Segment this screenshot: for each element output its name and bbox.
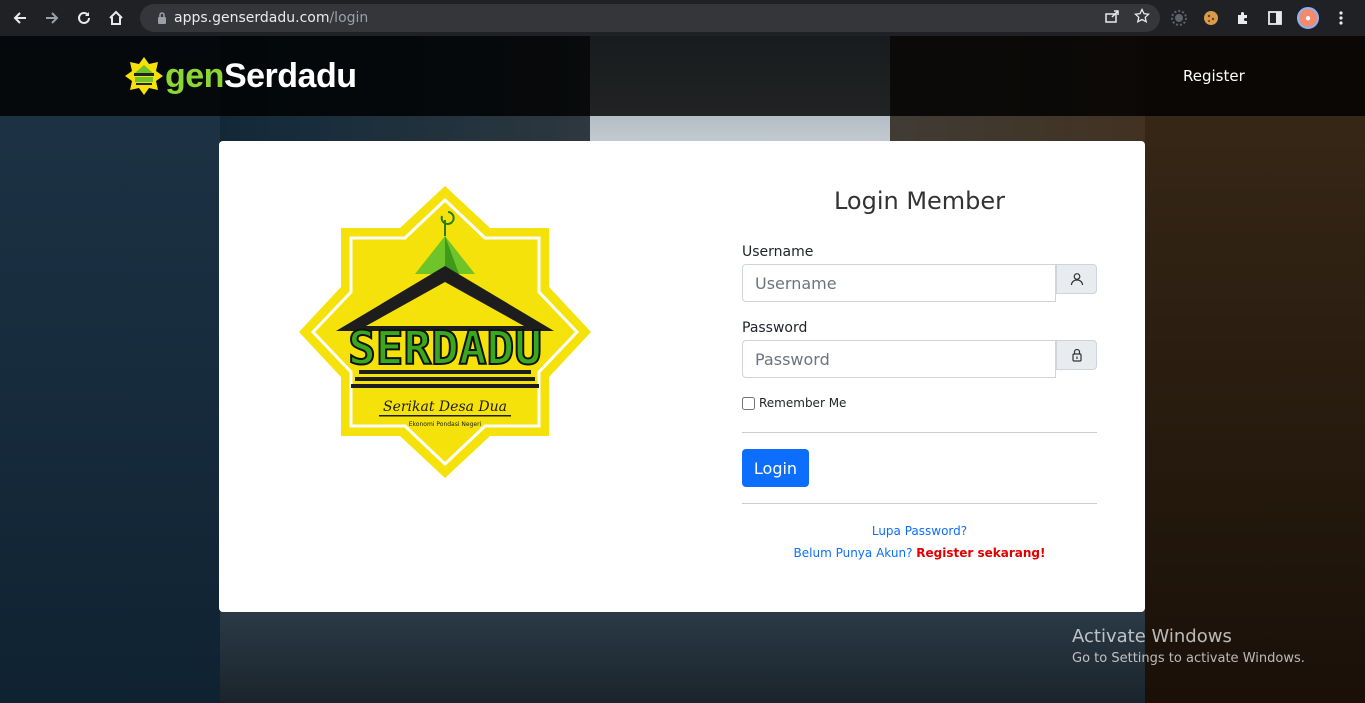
page-background: genSerdadu Register SERDADU Serikat Desa… — [0, 36, 1365, 703]
share-icon[interactable] — [1104, 8, 1120, 29]
divider-top — [742, 432, 1097, 433]
url-text: apps.genserdadu.com/login — [174, 10, 369, 26]
remember-me-checkbox[interactable] — [742, 396, 755, 410]
background-building-left — [0, 36, 220, 703]
username-input[interactable] — [742, 264, 1056, 302]
no-account-text: Belum Punya Akun? — [793, 546, 913, 560]
register-now-link[interactable]: Register sekarang! — [916, 546, 1045, 560]
emblem-wordmark: SERDADU — [348, 321, 542, 375]
puzzle-extensions-icon[interactable] — [1233, 8, 1253, 28]
remember-me-label: Remember Me — [759, 396, 847, 410]
remember-me[interactable]: Remember Me — [742, 396, 846, 410]
username-label: Username — [742, 244, 814, 260]
side-panel-icon[interactable] — [1265, 8, 1285, 28]
password-input[interactable] — [742, 340, 1056, 378]
profile-avatar[interactable]: ● — [1297, 7, 1319, 29]
register-nav-link[interactable]: Register — [1183, 67, 1245, 85]
browser-toolbar: apps.genserdadu.com/login ● — [0, 0, 1365, 36]
brand-logo-icon — [125, 57, 163, 95]
windows-activation-watermark: Activate Windows Go to Settings to activ… — [1072, 626, 1305, 666]
emblem-subline: Ekonomi Pondasi Negeri — [409, 421, 482, 428]
register-prompt-row: Belum Punya Akun? Register sekarang! — [742, 546, 1097, 560]
divider-bottom — [742, 503, 1097, 504]
brand-name: genSerdadu — [165, 56, 357, 95]
kebab-menu-icon[interactable] — [1331, 8, 1351, 28]
login-card: SERDADU Serikat Desa Dua Ekonomi Pondasi… — [219, 141, 1145, 612]
back-icon[interactable] — [4, 2, 36, 34]
brand-link[interactable]: genSerdadu — [124, 56, 357, 96]
emblem-tagline: Serikat Desa Dua — [383, 399, 507, 415]
forgot-password-link[interactable]: Lupa Password? — [872, 524, 967, 538]
serdadu-emblem-logo: SERDADU Serikat Desa Dua Ekonomi Pondasi… — [299, 186, 591, 478]
extension-gear-icon[interactable] — [1169, 8, 1189, 28]
home-icon[interactable] — [100, 2, 132, 34]
watermark-subtitle: Go to Settings to activate Windows. — [1072, 651, 1305, 666]
password-label: Password — [742, 320, 808, 336]
cookie-extension-icon[interactable] — [1201, 8, 1221, 28]
site-navbar: genSerdadu Register — [0, 36, 1365, 116]
forward-icon[interactable] — [36, 2, 68, 34]
address-bar[interactable]: apps.genserdadu.com/login — [140, 4, 1160, 32]
login-button[interactable]: Login — [742, 449, 809, 487]
forgot-password-row: Lupa Password? — [742, 524, 1097, 538]
watermark-title: Activate Windows — [1072, 626, 1232, 647]
bookmark-star-icon[interactable] — [1133, 7, 1151, 29]
lock-icon[interactable] — [152, 12, 172, 24]
background-building-right — [1145, 36, 1365, 703]
user-icon — [1056, 264, 1097, 294]
lock-icon — [1056, 340, 1097, 370]
reload-icon[interactable] — [68, 2, 100, 34]
background-street — [220, 611, 1145, 703]
login-title: Login Member — [833, 187, 1006, 215]
